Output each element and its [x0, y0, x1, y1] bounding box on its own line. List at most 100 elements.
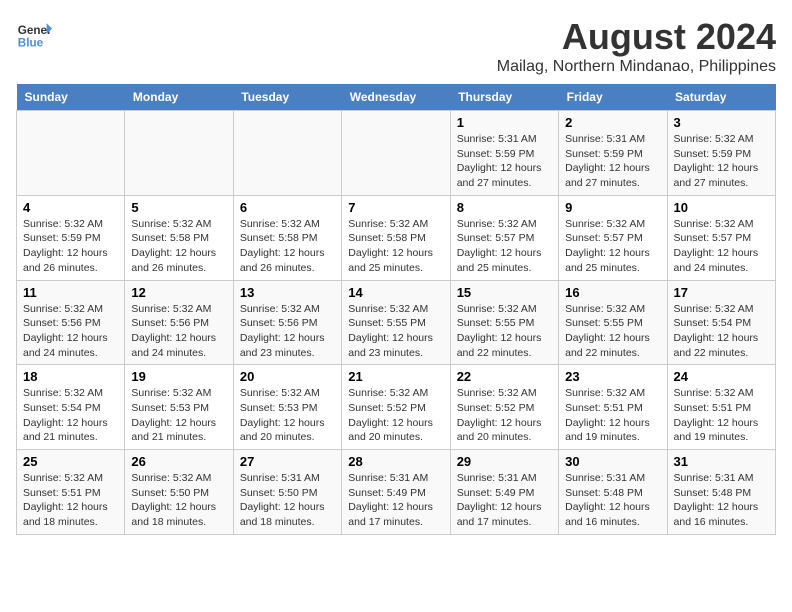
day-number: 28	[348, 454, 443, 469]
day-number: 15	[457, 285, 552, 300]
calendar-cell: 7 Sunrise: 5:32 AM Sunset: 5:58 PM Daylig…	[342, 195, 450, 280]
calendar-cell: 26Sunrise: 5:32 AM Sunset: 5:50 PM Dayli…	[125, 450, 233, 535]
day-number: 27	[240, 454, 335, 469]
calendar-cell: 22 Sunrise: 5:32 AM Sunset: 5:52 PM Dayli…	[450, 365, 558, 450]
calendar-cell: 17Sunrise: 5:32 AM Sunset: 5:54 PM Dayli…	[667, 280, 775, 365]
calendar-cell	[233, 111, 341, 196]
day-number: 6	[240, 200, 335, 215]
logo: General Blue	[16, 16, 52, 52]
week-row-4: 18 Sunrise: 5:32 AM Sunset: 5:54 PM Dayli…	[17, 365, 776, 450]
day-info: Sunrise: 5:31 AM Sunset: 5:49 PM Dayligh…	[348, 471, 443, 530]
day-number: 12	[131, 285, 226, 300]
day-info: Sunrise: 5:31 AM Sunset: 5:50 PM Dayligh…	[240, 471, 335, 530]
column-header-saturday: Saturday	[667, 84, 775, 111]
calendar-cell: 15 Sunrise: 5:32 AM Sunset: 5:55 PM Dayli…	[450, 280, 558, 365]
calendar-cell: 31 Sunrise: 5:31 AM Sunset: 5:48 PM Dayli…	[667, 450, 775, 535]
calendar-cell: 24Sunrise: 5:32 AM Sunset: 5:51 PM Dayli…	[667, 365, 775, 450]
day-info: Sunrise: 5:32 AM Sunset: 5:59 PM Dayligh…	[23, 217, 118, 276]
day-number: 9	[565, 200, 660, 215]
day-info: Sunrise: 5:32 AM Sunset: 5:58 PM Dayligh…	[131, 217, 226, 276]
day-number: 8	[457, 200, 552, 215]
week-row-1: 1 Sunrise: 5:31 AM Sunset: 5:59 PM Daylig…	[17, 111, 776, 196]
calendar-cell: 23Sunrise: 5:32 AM Sunset: 5:51 PM Dayli…	[559, 365, 667, 450]
day-number: 31	[674, 454, 769, 469]
day-info: Sunrise: 5:32 AM Sunset: 5:57 PM Dayligh…	[674, 217, 769, 276]
day-info: Sunrise: 5:31 AM Sunset: 5:48 PM Dayligh…	[674, 471, 769, 530]
calendar-cell: 12 Sunrise: 5:32 AM Sunset: 5:56 PM Dayli…	[125, 280, 233, 365]
day-number: 21	[348, 369, 443, 384]
day-number: 24	[674, 369, 769, 384]
day-info: Sunrise: 5:32 AM Sunset: 5:57 PM Dayligh…	[457, 217, 552, 276]
calendar-cell: 9 Sunrise: 5:32 AM Sunset: 5:57 PM Daylig…	[559, 195, 667, 280]
day-info: Sunrise: 5:32 AM Sunset: 5:59 PM Dayligh…	[674, 132, 769, 191]
day-number: 29	[457, 454, 552, 469]
calendar-cell	[342, 111, 450, 196]
day-number: 17	[674, 285, 769, 300]
day-number: 26	[131, 454, 226, 469]
day-info: Sunrise: 5:32 AM Sunset: 5:52 PM Dayligh…	[457, 386, 552, 445]
day-number: 7	[348, 200, 443, 215]
column-header-tuesday: Tuesday	[233, 84, 341, 111]
day-number: 25	[23, 454, 118, 469]
column-header-monday: Monday	[125, 84, 233, 111]
day-info: Sunrise: 5:32 AM Sunset: 5:53 PM Dayligh…	[240, 386, 335, 445]
day-number: 18	[23, 369, 118, 384]
day-info: Sunrise: 5:32 AM Sunset: 5:55 PM Dayligh…	[565, 302, 660, 361]
day-number: 5	[131, 200, 226, 215]
column-header-wednesday: Wednesday	[342, 84, 450, 111]
calendar-cell: 29 Sunrise: 5:31 AM Sunset: 5:49 PM Dayli…	[450, 450, 558, 535]
day-info: Sunrise: 5:32 AM Sunset: 5:51 PM Dayligh…	[23, 471, 118, 530]
calendar-cell: 4 Sunrise: 5:32 AM Sunset: 5:59 PM Daylig…	[17, 195, 125, 280]
day-info: Sunrise: 5:32 AM Sunset: 5:54 PM Dayligh…	[23, 386, 118, 445]
day-info: Sunrise: 5:32 AM Sunset: 5:58 PM Dayligh…	[240, 217, 335, 276]
calendar-cell: 10Sunrise: 5:32 AM Sunset: 5:57 PM Dayli…	[667, 195, 775, 280]
calendar-cell: 25 Sunrise: 5:32 AM Sunset: 5:51 PM Dayli…	[17, 450, 125, 535]
day-info: Sunrise: 5:32 AM Sunset: 5:52 PM Dayligh…	[348, 386, 443, 445]
day-number: 2	[565, 115, 660, 130]
calendar-cell: 5 Sunrise: 5:32 AM Sunset: 5:58 PM Daylig…	[125, 195, 233, 280]
day-number: 3	[674, 115, 769, 130]
day-info: Sunrise: 5:32 AM Sunset: 5:56 PM Dayligh…	[131, 302, 226, 361]
day-number: 14	[348, 285, 443, 300]
day-info: Sunrise: 5:32 AM Sunset: 5:51 PM Dayligh…	[565, 386, 660, 445]
calendar-cell	[125, 111, 233, 196]
day-number: 19	[131, 369, 226, 384]
header-row: SundayMondayTuesdayWednesdayThursdayFrid…	[17, 84, 776, 111]
day-number: 4	[23, 200, 118, 215]
calendar-cell: 8 Sunrise: 5:32 AM Sunset: 5:57 PM Daylig…	[450, 195, 558, 280]
calendar-cell: 27 Sunrise: 5:31 AM Sunset: 5:50 PM Dayli…	[233, 450, 341, 535]
calendar-cell: 20 Sunrise: 5:32 AM Sunset: 5:53 PM Dayli…	[233, 365, 341, 450]
week-row-5: 25 Sunrise: 5:32 AM Sunset: 5:51 PM Dayli…	[17, 450, 776, 535]
calendar-cell: 14Sunrise: 5:32 AM Sunset: 5:55 PM Dayli…	[342, 280, 450, 365]
day-info: Sunrise: 5:32 AM Sunset: 5:53 PM Dayligh…	[131, 386, 226, 445]
day-info: Sunrise: 5:31 AM Sunset: 5:49 PM Dayligh…	[457, 471, 552, 530]
svg-text:Blue: Blue	[18, 37, 44, 50]
logo-icon: General Blue	[16, 16, 52, 52]
day-info: Sunrise: 5:31 AM Sunset: 5:59 PM Dayligh…	[457, 132, 552, 191]
day-info: Sunrise: 5:32 AM Sunset: 5:55 PM Dayligh…	[457, 302, 552, 361]
day-number: 20	[240, 369, 335, 384]
calendar-table: SundayMondayTuesdayWednesdayThursdayFrid…	[16, 84, 776, 535]
day-info: Sunrise: 5:31 AM Sunset: 5:48 PM Dayligh…	[565, 471, 660, 530]
calendar-cell: 18 Sunrise: 5:32 AM Sunset: 5:54 PM Dayli…	[17, 365, 125, 450]
page-subtitle: Mailag, Northern Mindanao, Philippines	[497, 58, 776, 76]
day-number: 16	[565, 285, 660, 300]
page-header: General Blue August 2024 Mailag, Norther…	[16, 16, 776, 76]
day-number: 30	[565, 454, 660, 469]
day-info: Sunrise: 5:32 AM Sunset: 5:57 PM Dayligh…	[565, 217, 660, 276]
calendar-cell: 28 Sunrise: 5:31 AM Sunset: 5:49 PM Dayli…	[342, 450, 450, 535]
page-title: August 2024	[497, 16, 776, 58]
day-number: 22	[457, 369, 552, 384]
week-row-3: 11 Sunrise: 5:32 AM Sunset: 5:56 PM Dayli…	[17, 280, 776, 365]
column-header-friday: Friday	[559, 84, 667, 111]
day-info: Sunrise: 5:32 AM Sunset: 5:56 PM Dayligh…	[240, 302, 335, 361]
day-number: 1	[457, 115, 552, 130]
day-info: Sunrise: 5:32 AM Sunset: 5:58 PM Dayligh…	[348, 217, 443, 276]
calendar-cell: 21 Sunrise: 5:32 AM Sunset: 5:52 PM Dayli…	[342, 365, 450, 450]
calendar-cell: 19 Sunrise: 5:32 AM Sunset: 5:53 PM Dayli…	[125, 365, 233, 450]
calendar-cell: 2Sunrise: 5:31 AM Sunset: 5:59 PM Daylig…	[559, 111, 667, 196]
day-number: 11	[23, 285, 118, 300]
title-block: August 2024 Mailag, Northern Mindanao, P…	[497, 16, 776, 76]
calendar-cell: 1 Sunrise: 5:31 AM Sunset: 5:59 PM Daylig…	[450, 111, 558, 196]
day-info: Sunrise: 5:32 AM Sunset: 5:56 PM Dayligh…	[23, 302, 118, 361]
